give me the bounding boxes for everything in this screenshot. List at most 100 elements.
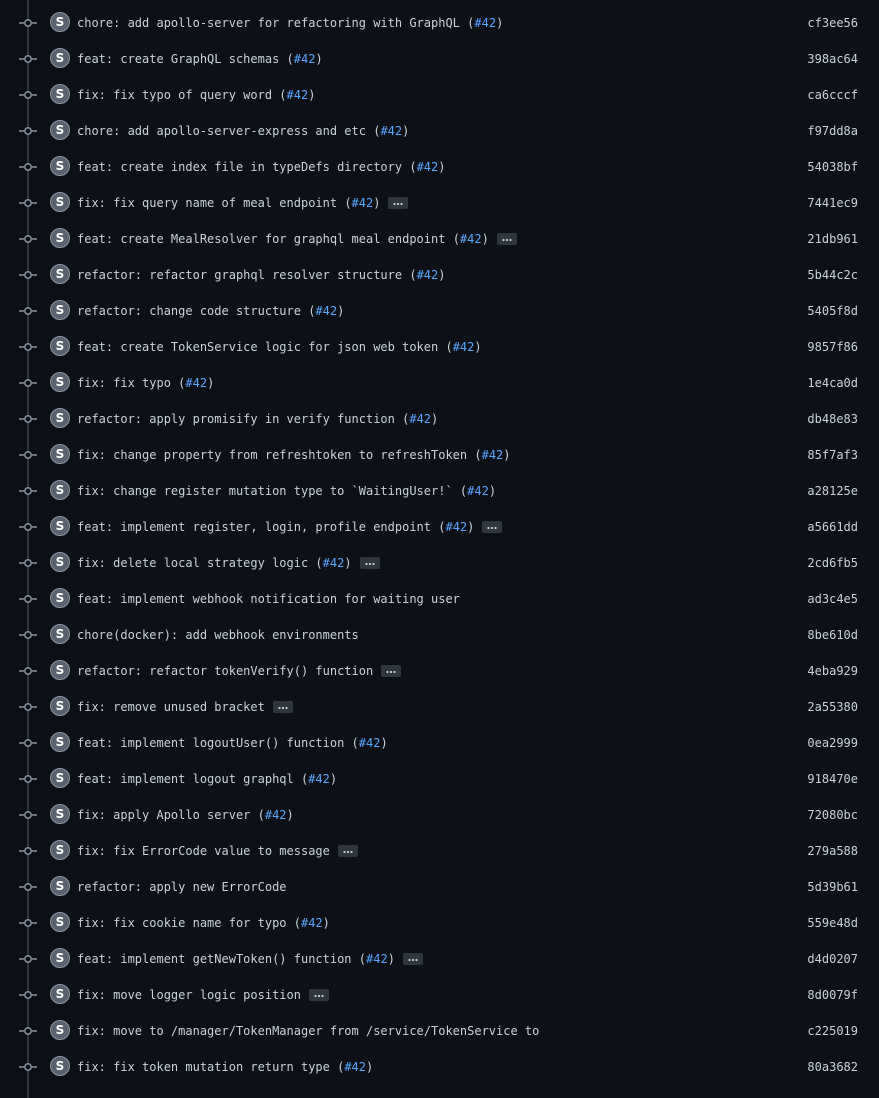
pr-link[interactable]: #42	[287, 88, 309, 102]
commit-message-text[interactable]: fix: fix query name of meal endpoint	[77, 196, 344, 210]
commit-message-text[interactable]: refactor: apply promisify in verify func…	[77, 412, 402, 426]
commit-message[interactable]: fix: fix typo (#42)	[77, 375, 214, 391]
commit-message-text[interactable]: fix: change register mutation type to `W…	[77, 484, 460, 498]
commit-message-text[interactable]: feat: implement getNewToken() function	[77, 952, 359, 966]
commit-message-text[interactable]: fix: fix typo	[77, 376, 178, 390]
commit-sha-link[interactable]: 85f7af3	[807, 447, 858, 463]
pr-link[interactable]: #42	[453, 340, 475, 354]
avatar[interactable]: S	[50, 120, 70, 140]
commit-sha-link[interactable]: 72080bc	[807, 807, 858, 823]
commit-sha-link[interactable]: 7441ec9	[807, 195, 858, 211]
expand-message-button[interactable]	[482, 520, 503, 533]
commit-sha-link[interactable]: f97dd8a	[807, 123, 858, 139]
commit-sha-link[interactable]: 559e48d	[807, 915, 858, 931]
commit-sha-link[interactable]: 8be610d	[807, 627, 858, 643]
commit-message[interactable]: fix: fix query name of meal endpoint (#4…	[77, 195, 409, 211]
commit-sha-link[interactable]: d4d0207	[807, 951, 858, 967]
commit-message[interactable]: feat: implement logoutUser() function (#…	[77, 735, 388, 751]
commit-message-text[interactable]: feat: implement logoutUser() function	[77, 736, 352, 750]
avatar[interactable]: S	[50, 552, 70, 572]
pr-link[interactable]: #42	[460, 232, 482, 246]
commit-message-text[interactable]: fix: fix cookie name for typo	[77, 916, 294, 930]
commit-sha-link[interactable]: 2cd6fb5	[807, 555, 858, 571]
commit-message[interactable]: fix: fix ErrorCode value to message	[77, 843, 358, 859]
commit-message-text[interactable]: feat: implement register, login, profile…	[77, 520, 438, 534]
pr-link[interactable]: #42	[409, 412, 431, 426]
commit-sha-link[interactable]: 5b44c2c	[807, 267, 858, 283]
avatar[interactable]: S	[50, 408, 70, 428]
expand-message-button[interactable]	[381, 664, 402, 677]
pr-link[interactable]: #42	[301, 916, 323, 930]
commit-sha-link[interactable]: c225019	[807, 1023, 858, 1039]
pr-link[interactable]: #42	[445, 520, 467, 534]
commit-message-text[interactable]: chore: add apollo-server for refactoring…	[77, 16, 467, 30]
pr-link[interactable]: #42	[185, 376, 207, 390]
avatar[interactable]: S	[50, 912, 70, 932]
commit-sha-link[interactable]: 80a3682	[807, 1059, 858, 1075]
avatar[interactable]: S	[50, 192, 70, 212]
expand-message-button[interactable]	[272, 700, 293, 713]
commit-message-text[interactable]: fix: change property from refreshtoken t…	[77, 448, 474, 462]
commit-message-text[interactable]: refactor: change code structure	[77, 304, 308, 318]
commit-message-text[interactable]: feat: create MealResolver for graphql me…	[77, 232, 453, 246]
commit-message-text[interactable]: refactor: apply new ErrorCode	[77, 880, 287, 894]
commit-message-text[interactable]: chore(docker): add webhook environments	[77, 628, 359, 642]
avatar[interactable]: S	[50, 1020, 70, 1040]
commit-message[interactable]: refactor: apply promisify in verify func…	[77, 411, 438, 427]
commit-message-text[interactable]: fix: remove unused bracket	[77, 700, 265, 714]
avatar[interactable]: S	[50, 732, 70, 752]
commit-message-text[interactable]: fix: delete local strategy logic	[77, 556, 315, 570]
commit-message[interactable]: fix: move to /manager/TokenManager from …	[77, 1023, 539, 1039]
commit-message-text[interactable]: feat: create index file in typeDefs dire…	[77, 160, 409, 174]
avatar[interactable]: S	[50, 480, 70, 500]
avatar[interactable]: S	[50, 516, 70, 536]
expand-message-button[interactable]	[402, 952, 423, 965]
pr-link[interactable]: #42	[344, 1060, 366, 1074]
avatar[interactable]: S	[50, 372, 70, 392]
commit-sha-link[interactable]: db48e83	[807, 411, 858, 427]
avatar[interactable]: S	[50, 768, 70, 788]
commit-message-text[interactable]: fix: move to /manager/TokenManager from …	[77, 1024, 539, 1038]
commit-sha-link[interactable]: 4eba929	[807, 663, 858, 679]
commit-message[interactable]: fix: change register mutation type to `W…	[77, 483, 496, 499]
pr-link[interactable]: #42	[474, 16, 496, 30]
commit-message[interactable]: chore: add apollo-server for refactoring…	[77, 15, 503, 31]
expand-message-button[interactable]	[359, 556, 380, 569]
avatar[interactable]: S	[50, 336, 70, 356]
commit-sha-link[interactable]: 2a55380	[807, 699, 858, 715]
commit-sha-link[interactable]: 1e4ca0d	[807, 375, 858, 391]
pr-link[interactable]: #42	[417, 160, 439, 174]
commit-message[interactable]: chore(docker): add webhook environments	[77, 627, 359, 643]
avatar[interactable]: S	[50, 624, 70, 644]
pr-link[interactable]: #42	[366, 952, 388, 966]
commit-message[interactable]: feat: create TokenService logic for json…	[77, 339, 482, 355]
commit-message[interactable]: fix: change property from refreshtoken t…	[77, 447, 511, 463]
commit-message-text[interactable]: feat: implement webhook notification for…	[77, 592, 460, 606]
commit-message[interactable]: fix: fix typo of query word (#42)	[77, 87, 315, 103]
avatar[interactable]: S	[50, 804, 70, 824]
avatar[interactable]: S	[50, 984, 70, 1004]
avatar[interactable]: S	[50, 660, 70, 680]
expand-message-button[interactable]	[308, 988, 329, 1001]
pr-link[interactable]: #42	[359, 736, 381, 750]
commit-sha-link[interactable]: 54038bf	[807, 159, 858, 175]
avatar[interactable]: S	[50, 1056, 70, 1076]
avatar[interactable]: S	[50, 588, 70, 608]
avatar[interactable]: S	[50, 876, 70, 896]
pr-link[interactable]: #42	[323, 556, 345, 570]
commit-message[interactable]: feat: implement logout graphql (#42)	[77, 771, 337, 787]
commit-message[interactable]: feat: create GraphQL schemas (#42)	[77, 51, 323, 67]
commit-message[interactable]: fix: fix token mutation return type (#42…	[77, 1059, 373, 1075]
commit-sha-link[interactable]: a28125e	[807, 483, 858, 499]
commit-message-text[interactable]: fix: fix ErrorCode value to message	[77, 844, 330, 858]
expand-message-button[interactable]	[496, 232, 517, 245]
expand-message-button[interactable]	[337, 844, 358, 857]
commit-sha-link[interactable]: 21db961	[807, 231, 858, 247]
commit-sha-link[interactable]: cf3ee56	[807, 15, 858, 31]
pr-link[interactable]: #42	[417, 268, 439, 282]
commit-message[interactable]: fix: apply Apollo server (#42)	[77, 807, 294, 823]
pr-link[interactable]: #42	[265, 808, 287, 822]
commit-sha-link[interactable]: a5661dd	[807, 519, 858, 535]
avatar[interactable]: S	[50, 84, 70, 104]
commit-message-text[interactable]: fix: fix token mutation return type	[77, 1060, 337, 1074]
